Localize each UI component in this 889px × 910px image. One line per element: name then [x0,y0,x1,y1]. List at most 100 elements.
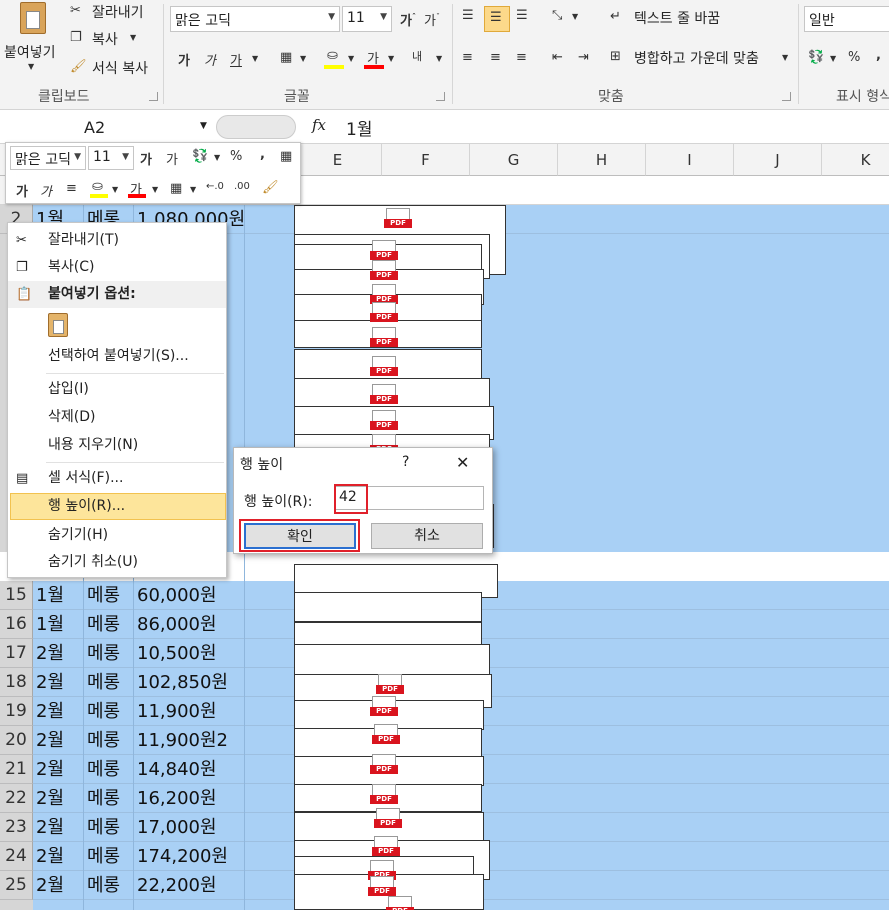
column-header-e[interactable]: E [294,144,382,176]
cell-b[interactable]: 메롱 [84,755,134,784]
cell-a[interactable]: 1월 [33,610,83,639]
column-header-i[interactable]: I [646,144,734,176]
percent-icon[interactable]: % [230,149,242,164]
decrease-indent-icon[interactable]: ⇤ [552,50,563,65]
number-format-select[interactable]: 일반 [804,6,889,32]
menu-item-insert[interactable]: 삽입(I) [8,376,226,403]
cell-a[interactable]: 2월 [33,755,83,784]
row-header[interactable]: 15 [0,581,33,610]
cell-b[interactable]: 메롱 [84,581,134,610]
menu-item-cut[interactable]: ✂ 잘라내기(T) [8,227,226,254]
comma-icon[interactable]: , [876,48,881,63]
cell-c[interactable]: 11,900원2 [134,726,284,755]
percent-icon[interactable]: % [848,50,860,65]
cell-b[interactable]: 메롱 [84,639,134,668]
cell-c[interactable]: 10,500원 [134,639,284,668]
mini-font-name-select[interactable]: 맑은 고딕 ▼ [10,146,86,170]
paste-button[interactable]: 붙여넣기 ▼ [2,0,62,80]
pdf-file-icon[interactable]: PDF [386,896,414,910]
pdf-file-icon[interactable]: PDF [370,384,398,408]
cell-c[interactable]: 174,200원 [134,842,284,871]
cell-b[interactable]: 메롱 [84,610,134,639]
pdf-file-icon[interactable]: PDF [372,724,400,748]
italic-icon[interactable]: 가 [204,50,216,69]
cell-a[interactable]: 2월 [33,668,83,697]
cell-c[interactable]: 86,000원 [134,610,284,639]
menu-item-clear[interactable]: 내용 지우기(N) [8,432,226,459]
comma-icon[interactable]: , [260,147,265,162]
cell-a[interactable]: 2월 [33,639,83,668]
chevron-down-icon[interactable]: ▼ [300,54,306,63]
formula-input[interactable]: 1월 [346,115,372,140]
align-bottom-icon[interactable]: ☰ [516,8,528,23]
align-center-icon[interactable]: ≡ [490,50,501,65]
cell-a[interactable]: 1월 [33,581,83,610]
increase-decimal-icon[interactable]: ←.0 [206,181,224,192]
row-header[interactable]: 22 [0,784,33,813]
pdf-file-icon[interactable]: PDF [376,674,404,698]
menu-item-delete[interactable]: 삭제(D) [8,404,226,431]
column-header-f[interactable]: F [382,144,470,176]
pdf-object-frame[interactable] [294,592,482,622]
increase-indent-icon[interactable]: ⇥ [578,50,589,65]
pdf-file-icon[interactable]: PDF [370,754,398,778]
font-size-select[interactable]: 11 ▼ [342,6,392,32]
align-middle-button[interactable]: ☰ [484,6,510,32]
column-header-j[interactable]: J [734,144,822,176]
cell-c[interactable]: 22,200원 [134,871,284,900]
cell-b[interactable]: 메롱 [84,842,134,871]
chevron-down-icon[interactable]: ▼ [436,54,442,63]
italic-icon[interactable]: 가 [40,181,52,200]
cell-a[interactable]: 2월 [33,871,83,900]
cell-a[interactable]: 2월 [33,726,83,755]
row-header[interactable]: 24 [0,842,33,871]
cell-c[interactable]: 14,840원 [134,755,284,784]
row-header[interactable]: 17 [0,639,33,668]
cell-b[interactable]: 메롱 [84,784,134,813]
border-icon[interactable]: ▦ [170,181,182,196]
column-header-g[interactable]: G [470,144,558,176]
cell-c[interactable]: 102,850원 [134,668,284,697]
cell-c[interactable]: 60,000원 [134,581,284,610]
align-center-icon[interactable]: ≡ [66,181,77,196]
cell-a[interactable]: 2월 [33,697,83,726]
phonetic-icon[interactable]: 내 [412,48,422,64]
underline-icon[interactable]: 가 [230,50,242,69]
brush-icon[interactable]: 🖌 [262,180,279,195]
shrink-font-icon[interactable]: 가ˇ [424,10,440,29]
align-left-icon[interactable]: ≡ [462,50,473,65]
row-header[interactable]: 23 [0,813,33,842]
grow-font-icon[interactable]: 가ˆ [400,10,416,29]
insert-function-icon[interactable]: fx [312,116,326,134]
border-icon[interactable]: ▦ [280,50,292,65]
help-icon[interactable]: ? [402,454,409,470]
cell-b[interactable]: 메롱 [84,697,134,726]
pdf-file-icon[interactable]: PDF [370,696,398,720]
row-header[interactable]: 21 [0,755,33,784]
format-table-icon[interactable]: ▦ [280,149,292,164]
orientation-icon[interactable]: ⤡ [552,8,562,23]
cell-b[interactable]: 메롱 [84,813,134,842]
mini-font-color-button[interactable]: 가 [128,178,146,200]
row-header[interactable]: 16 [0,610,33,639]
shrink-font-icon[interactable]: 가 [166,149,178,168]
row-header[interactable]: 25 [0,871,33,900]
menu-item-format-cells[interactable]: ▤ 셀 서식(F)... [8,465,226,492]
row-header[interactable]: 20 [0,726,33,755]
align-top-icon[interactable]: ☰ [462,8,474,23]
mini-fill-color-button[interactable]: ⛀ [90,178,108,200]
font-name-select[interactable]: 맑은 고딕 ▼ [170,6,340,32]
fill-color-button[interactable]: ⛀ [324,48,344,70]
chevron-down-icon[interactable]: ▼ [572,12,578,21]
cell-c[interactable]: 17,000원 [134,813,284,842]
menu-item-paste-special[interactable]: 선택하여 붙여넣기(S)... [8,343,226,370]
chevron-down-icon[interactable]: ▼ [252,54,258,63]
cell-c[interactable]: 16,200원 [134,784,284,813]
currency-icon[interactable]: 💱 [192,149,208,164]
font-launcher-icon[interactable] [436,92,445,101]
bold-icon[interactable]: 가 [16,181,28,200]
menu-item-row-height[interactable]: 행 높이(R)... [10,493,226,520]
column-header-h[interactable]: H [558,144,646,176]
cell-c[interactable]: 11,900원 [134,697,284,726]
pdf-file-icon[interactable]: PDF [372,836,400,860]
